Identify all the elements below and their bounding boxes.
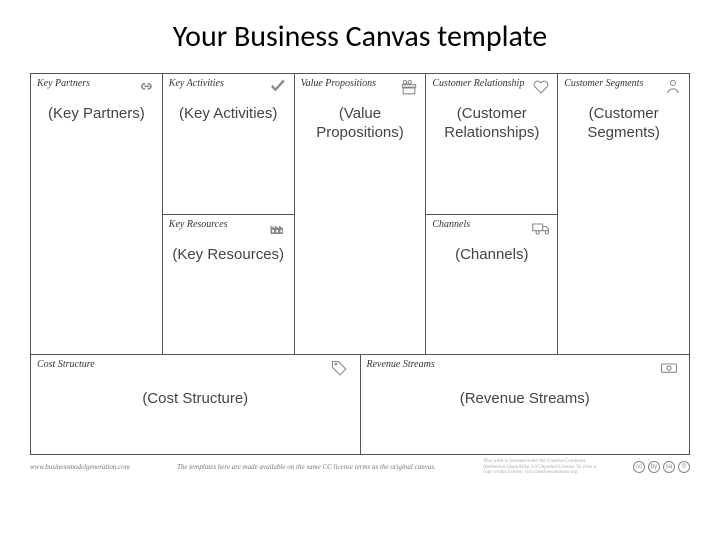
col-value-propositions: Value Propositions (Value Propositions) <box>295 74 427 354</box>
cell-key-resources: Key Resources (Key Resources) <box>163 215 294 355</box>
cell-key-partners: Key Partners (Key Partners) <box>31 74 162 354</box>
cc-icon: cc <box>633 461 645 473</box>
placeholder-customer-relationship: (Customer Relationships) <box>432 105 551 143</box>
placeholder-cost-structure: (Cost Structure) <box>37 390 354 409</box>
canvas-footer: www.businessmodelgeneration.com The temp… <box>30 459 690 476</box>
placeholder-key-partners: (Key Partners) <box>37 105 156 124</box>
page-title: Your Business Canvas template <box>30 18 690 55</box>
cash-icon <box>659 359 679 375</box>
heart-icon <box>531 78 551 94</box>
cc-by-icon: by <box>648 461 660 473</box>
factory-icon <box>268 219 288 235</box>
cell-customer-segments: Customer Segments (Customer Segments) <box>558 74 689 354</box>
placeholder-key-resources: (Key Resources) <box>169 246 288 265</box>
person-icon <box>663 78 683 94</box>
cell-cost-structure: Cost Structure (Cost Structure) <box>31 355 361 454</box>
cc-copyright-icon: © <box>678 461 690 473</box>
truck-icon <box>531 219 551 235</box>
checkmark-icon <box>268 78 288 94</box>
tags-icon <box>330 359 350 375</box>
label-cost-structure: Cost Structure <box>37 359 354 370</box>
label-revenue-streams: Revenue Streams <box>367 359 684 370</box>
cell-customer-relationship: Customer Relationship (Customer Relation… <box>426 74 557 215</box>
col-customer-segments: Customer Segments (Customer Segments) <box>558 74 689 354</box>
cell-revenue-streams: Revenue Streams (Revenue Streams) <box>361 355 690 454</box>
cell-channels: Channels (Channels) <box>426 215 557 355</box>
cell-key-activities: Key Activities (Key Activities) <box>163 74 294 215</box>
gift-icon <box>399 78 419 94</box>
placeholder-key-activities: (Key Activities) <box>169 105 288 124</box>
cell-value-propositions: Value Propositions (Value Propositions) <box>295 74 426 354</box>
placeholder-customer-segments: (Customer Segments) <box>564 105 683 143</box>
canvas-bottom-row: Cost Structure (Cost Structure) Revenue … <box>31 354 689 454</box>
col-key-partners: Key Partners (Key Partners) <box>31 74 163 354</box>
footer-disclaimer: This work is licensed under the Creative… <box>483 459 603 476</box>
footer-url: www.businessmodelgeneration.com <box>30 463 130 471</box>
link-icon <box>136 78 156 94</box>
col-relationship-channels: Customer Relationship (Customer Relation… <box>426 74 558 354</box>
col-activities-resources: Key Activities (Key Activities) Key Reso… <box>163 74 295 354</box>
business-model-canvas: Key Partners (Key Partners) Key Activiti… <box>30 73 690 455</box>
canvas-top-row: Key Partners (Key Partners) Key Activiti… <box>31 74 689 354</box>
placeholder-value-propositions: (Value Propositions) <box>301 105 420 143</box>
cc-badges: cc by sa © <box>633 461 690 473</box>
placeholder-revenue-streams: (Revenue Streams) <box>367 390 684 409</box>
placeholder-channels: (Channels) <box>432 246 551 265</box>
cc-sa-icon: sa <box>663 461 675 473</box>
footer-license-text: The templates here are made available on… <box>160 463 453 471</box>
